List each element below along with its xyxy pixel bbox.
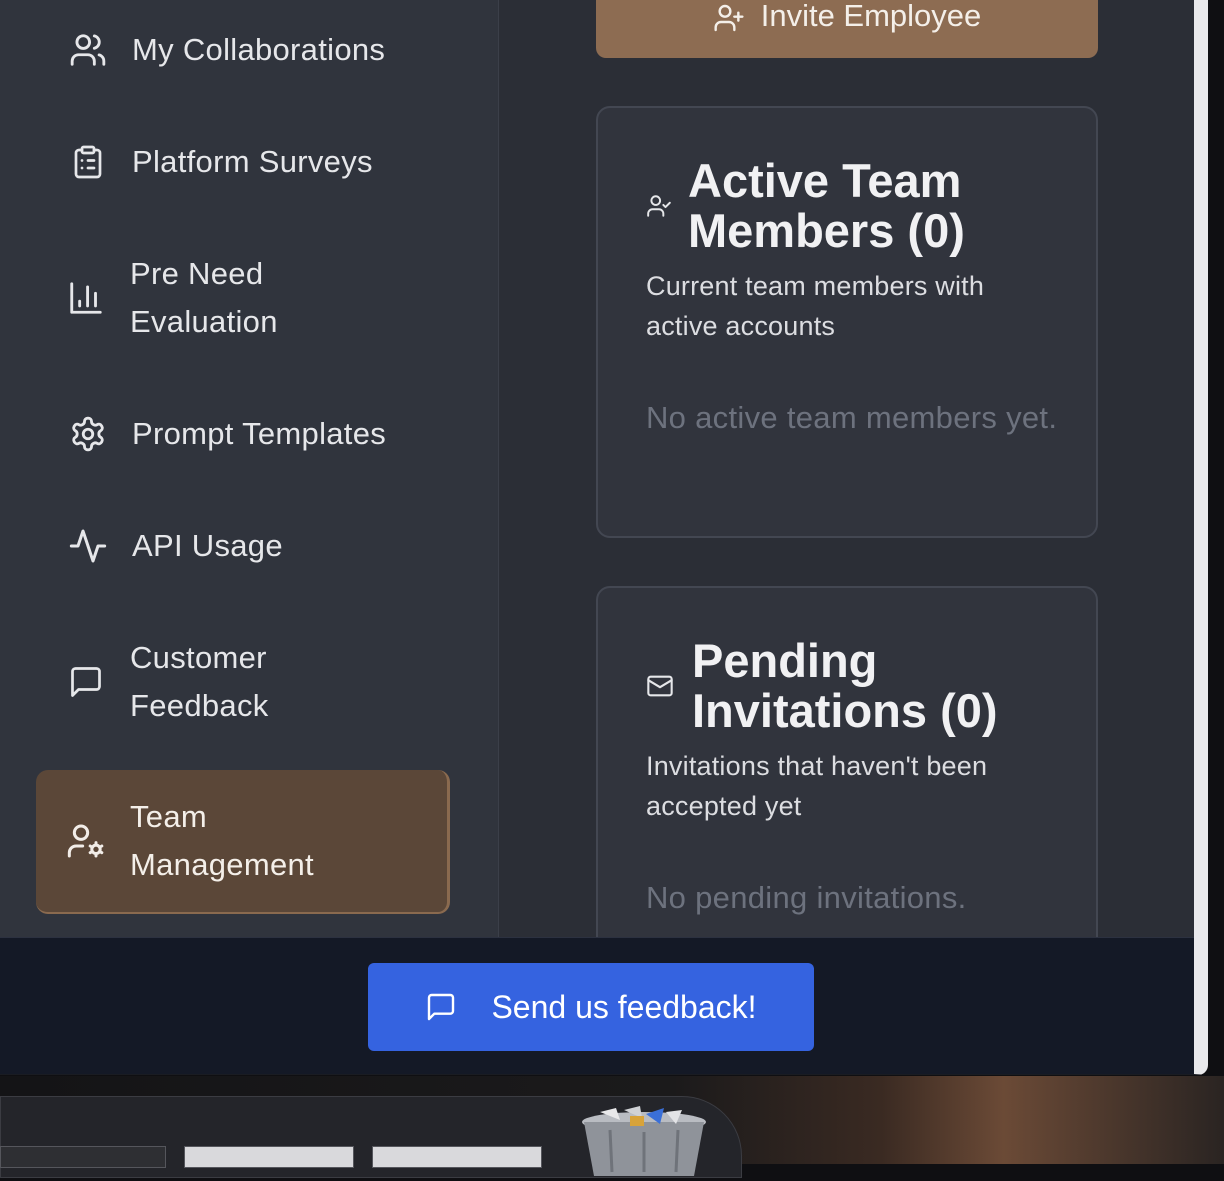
sidebar-item-label: Prompt Templates: [132, 416, 387, 451]
main-content: Invite Employee Active Team Members (0) …: [499, 0, 1194, 937]
sidebar-item-label: Platform Surveys: [132, 144, 373, 179]
activity-icon: [68, 526, 108, 566]
mail-icon: [646, 672, 674, 700]
card-header: Active Team Members (0): [646, 156, 1008, 256]
empty-state-text: No active team members yet.: [646, 400, 1058, 435]
invite-employee-button[interactable]: Invite Employee: [596, 0, 1098, 58]
bar-chart-icon: [66, 278, 106, 318]
empty-state-text: No pending invitations.: [646, 880, 967, 915]
dock-window-thumbnail[interactable]: [372, 1146, 542, 1168]
sidebar-item-prompt-templates[interactable]: Prompt Templates: [36, 410, 450, 458]
app-window: My Collaborations Platform Surveys Pre N…: [0, 0, 1208, 1075]
sidebar: My Collaborations Platform Surveys Pre N…: [0, 0, 499, 937]
send-feedback-button[interactable]: Send us feedback!: [368, 963, 814, 1051]
sidebar-item-my-collaborations[interactable]: My Collaborations: [36, 26, 450, 74]
footer-bar: Send us feedback!: [0, 937, 1194, 1074]
card-title: Pending Invitations (0): [692, 634, 998, 737]
message-square-icon: [425, 991, 457, 1023]
card-description: Invitations that haven't been accepted y…: [646, 751, 988, 821]
sidebar-item-label: My Collaborations: [132, 32, 386, 67]
sidebar-item-label: API Usage: [132, 528, 283, 563]
card-header: Pending Invitations (0): [646, 636, 1012, 736]
invite-employee-label: Invite Employee: [760, 0, 982, 33]
send-feedback-label: Send us feedback!: [491, 988, 757, 1025]
dock-window-thumbnail[interactable]: [184, 1146, 354, 1168]
user-plus-icon: [713, 2, 745, 34]
sidebar-item-pre-need-evaluation[interactable]: Pre Need Evaluation: [36, 250, 450, 346]
sidebar-item-label: Team Management: [130, 799, 314, 882]
os-dock: [0, 1076, 1224, 1178]
sidebar-item-team-management[interactable]: Team Management: [36, 770, 450, 914]
user-check-icon: [646, 193, 672, 219]
sidebar-item-label: Customer Feedback: [130, 640, 269, 723]
sidebar-item-platform-surveys[interactable]: Platform Surveys: [36, 138, 450, 186]
clipboard-list-icon: [68, 142, 108, 182]
message-square-icon: [66, 662, 106, 702]
users-icon: [68, 30, 108, 70]
card-title: Active Team Members (0): [688, 154, 965, 257]
sidebar-item-label: Pre Need Evaluation: [130, 256, 278, 339]
dock-window-thumbnail[interactable]: [0, 1146, 166, 1168]
trash-icon[interactable]: [580, 1106, 708, 1176]
pending-invitations-card: Pending Invitations (0) Invitations that…: [596, 586, 1098, 937]
active-team-members-card: Active Team Members (0) Current team mem…: [596, 106, 1098, 538]
gear-icon: [68, 414, 108, 454]
card-description: Current team members with active account…: [646, 271, 985, 341]
sidebar-item-customer-feedback[interactable]: Customer Feedback: [36, 634, 450, 730]
user-cog-icon: [66, 821, 106, 861]
sidebar-item-api-usage[interactable]: API Usage: [36, 522, 450, 570]
